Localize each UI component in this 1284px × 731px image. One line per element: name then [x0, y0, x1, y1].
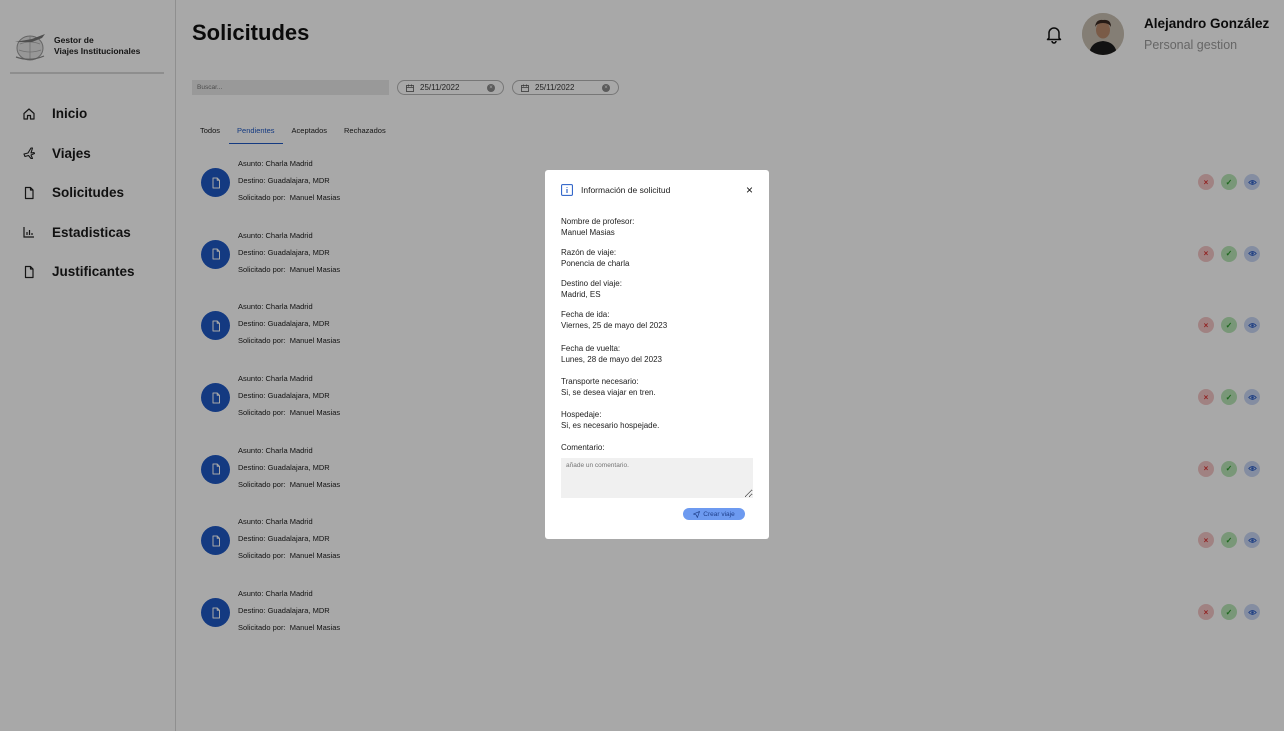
field-label: Nombre de profesor: [561, 217, 635, 226]
request-info-modal: Información de solicitud × Nombre de pro… [545, 170, 769, 539]
comment-textarea[interactable] [561, 457, 753, 498]
modal-header: Información de solicitud × [561, 184, 753, 196]
close-icon[interactable]: × [746, 184, 753, 196]
create-trip-button[interactable]: Crear viaje [683, 508, 745, 520]
info-icon [561, 184, 573, 196]
field-value: Si, se desea viajar en tren. [561, 387, 656, 397]
modal-title: Información de solicitud [581, 185, 671, 195]
comment-label: Comentario: [561, 443, 605, 452]
field-fecha-vuelta: Fecha de vuelta: Lunes, 28 de mayo del 20… [561, 344, 753, 365]
field-profesor: Nombre de profesor: Manuel Masias [561, 217, 753, 238]
field-hospedaje: Hospedaje: Si, es necesario hospejade. [561, 410, 753, 431]
field-label: Razón de viaje: [561, 248, 617, 257]
create-trip-label: Crear viaje [703, 510, 735, 518]
field-value: Si, es necesario hospejade. [561, 420, 660, 430]
app-root: Gestor de Viajes Institucionales Inicio … [0, 0, 1284, 731]
field-transporte: Transporte necesario: Si, se desea viajar… [561, 377, 753, 398]
field-value: Madrid, ES [561, 289, 601, 299]
field-value: Manuel Masias [561, 227, 615, 237]
field-label: Transporte necesario: [561, 377, 639, 386]
send-icon [693, 510, 701, 518]
field-fecha-ida: Fecha de ida: Viernes, 25 de mayo del 202… [561, 310, 753, 331]
field-razon: Razón de viaje: Ponencia de charla [561, 248, 753, 269]
field-label: Destino del viaje: [561, 279, 622, 288]
field-destino: Destino del viaje: Madrid, ES [561, 279, 753, 300]
field-value: Lunes, 28 de mayo del 2023 [561, 354, 662, 364]
field-label: Hospedaje: [561, 410, 602, 419]
field-label: Fecha de ida: [561, 310, 610, 319]
field-value: Ponencia de charla [561, 258, 630, 268]
field-label: Fecha de vuelta: [561, 344, 621, 353]
field-value: Viernes, 25 de mayo del 2023 [561, 320, 668, 330]
